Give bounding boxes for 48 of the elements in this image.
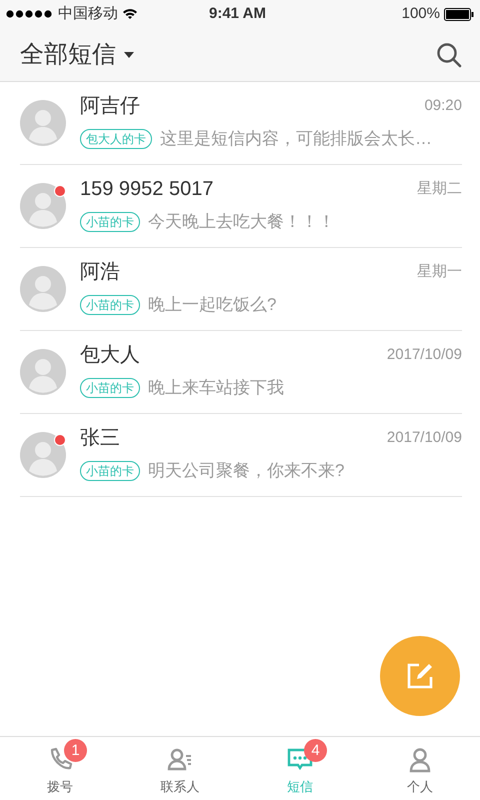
sim-card-tag: 小苗的卡 <box>80 295 140 315</box>
search-icon[interactable] <box>436 42 462 68</box>
contact-name: 159 9952 5017 <box>80 177 214 202</box>
message-preview: 今天晚上去吃大餐！！！ <box>148 211 335 234</box>
avatar-icon <box>20 432 66 478</box>
message-time: 星期一 <box>417 262 462 282</box>
person-icon <box>407 747 433 773</box>
message-time: 09:20 <box>424 96 462 116</box>
contact-name: 阿吉仔 <box>80 94 140 118</box>
title-dropdown[interactable]: 全部短信 <box>20 36 134 72</box>
avatar-icon <box>20 349 66 395</box>
message-preview: 晚上来车站接下我 <box>148 377 284 400</box>
message-row[interactable]: 包大人 2017/10/09 小苗的卡 晚上来车站接下我 <box>20 331 462 414</box>
status-time: 9:41 AM <box>209 4 266 24</box>
message-time: 星期二 <box>417 179 462 199</box>
carrier-name: 中国移动 <box>58 4 118 24</box>
message-preview: 这里是短信内容，可能排版会太长… <box>160 128 432 150</box>
tab-button[interactable]: 联系人 <box>120 737 240 800</box>
compose-icon <box>406 662 434 690</box>
tab-button[interactable]: 拨号 1 <box>0 737 120 800</box>
avatar-icon <box>20 183 66 229</box>
caret-icon <box>124 52 134 58</box>
battery-percent: 100% <box>402 4 440 24</box>
contact-name: 张三 <box>80 426 120 450</box>
contacts-icon <box>167 747 193 773</box>
sim-card-tag: 小苗的卡 <box>80 461 140 481</box>
message-time: 2017/10/09 <box>386 345 462 365</box>
message-row[interactable]: 阿吉仔 09:20 包大人的卡 这里是短信内容，可能排版会太长… <box>20 82 462 165</box>
contact-name: 包大人 <box>80 343 140 368</box>
sim-card-tag: 小苗的卡 <box>80 378 140 398</box>
count-badge: 4 <box>304 739 327 762</box>
tab-button[interactable]: 个人 <box>360 737 480 800</box>
contact-name: 阿浩 <box>80 260 120 284</box>
wifi-icon <box>122 8 138 20</box>
sim-card-tag: 包大人的卡 <box>80 129 152 149</box>
signal-icon <box>6 10 54 18</box>
sim-card-tag: 小苗的卡 <box>80 212 140 232</box>
message-row[interactable]: 159 9952 5017 星期二 小苗的卡 今天晚上去吃大餐！！！ <box>20 165 462 248</box>
battery-icon <box>444 8 474 20</box>
message-time: 2017/10/09 <box>386 428 462 448</box>
avatar-icon <box>20 266 66 312</box>
count-badge: 1 <box>64 739 87 762</box>
avatar-icon <box>20 100 66 146</box>
message-row[interactable]: 张三 2017/10/09 小苗的卡 明天公司聚餐，你来不来? <box>20 414 462 497</box>
chat-bubble-icon <box>287 747 313 773</box>
message-row[interactable]: 阿浩 星期一 小苗的卡 晚上一起吃饭么? <box>20 248 462 331</box>
message-preview: 明天公司聚餐，你来不来? <box>148 460 344 482</box>
message-preview: 晚上一起吃饭么? <box>148 294 276 316</box>
